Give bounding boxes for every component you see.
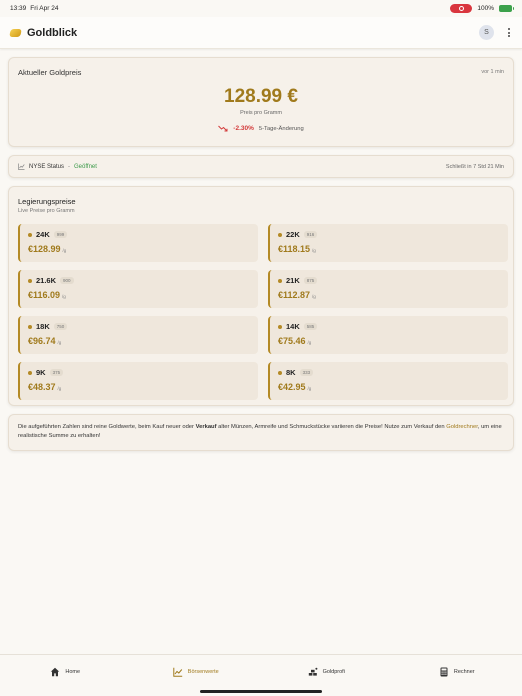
price-updated-time: vor 1 min (481, 69, 504, 75)
alloy-tile-8k[interactable]: 8K 333 €42.95/g (268, 362, 508, 400)
gold-price-value: 128.99 € (224, 86, 298, 107)
alloy-karat: 18K (36, 322, 50, 331)
gold-dot-icon (28, 370, 32, 375)
avatar[interactable]: S (479, 25, 494, 40)
calculator-icon (440, 667, 448, 676)
alloy-tile-18k[interactable]: 18K 750 €96.74/g (18, 316, 258, 354)
alloy-fineness: 750 (53, 323, 68, 330)
alloy-per-unit: /g (312, 248, 316, 253)
nyse-status-card: NYSE Status - Geöffnet Schließt in 7 Std… (8, 155, 514, 178)
alloy-per-unit: /g (307, 340, 312, 345)
nyse-separator: - (68, 163, 71, 170)
price-change-percent: -2.30% (233, 125, 254, 132)
battery-icon (499, 4, 514, 12)
alloy-karat: 9K (36, 368, 46, 377)
alloy-karat: 22K (286, 230, 300, 239)
note-bold-sale: Verkauf (195, 424, 217, 430)
gold-dot-icon (278, 278, 282, 283)
note-text-2: alter Münzen, Armreife und Schmuckstücke… (216, 424, 447, 430)
alloy-tile-21-6k[interactable]: 21.6K 900 €116.09/g (18, 270, 258, 308)
alloy-tile-9k[interactable]: 9K 375 €48.37/g (18, 362, 258, 400)
alloy-fineness: 900 (60, 277, 74, 284)
alloy-karat: 24K (36, 230, 50, 239)
alloy-grid: 24K 999 €128.99/g 22K 916 €118.15/g 21.6K 9… (18, 224, 508, 400)
alloy-value: €48.37 (28, 382, 56, 392)
screen-recording-icon (450, 3, 473, 13)
note-text-1: Die aufgeführten Zahlen sind reine Goldw… (18, 424, 196, 430)
alloy-karat: 21.6K (36, 276, 57, 285)
alloy-value: €118.15 (278, 244, 311, 254)
price-unit-label: Preis pro Gramm (240, 110, 282, 116)
alloy-value: €42.95 (278, 382, 306, 392)
line-chart-icon (173, 667, 182, 677)
alloy-prices-heading: Legierungspreise (18, 197, 76, 206)
alloy-karat: 14K (286, 322, 300, 331)
alloy-prices-subheading: Live Preise pro Gramm (18, 208, 75, 214)
gold-bar-icon (9, 28, 22, 37)
nav-label-home: Home (65, 668, 81, 675)
alloy-tile-22k[interactable]: 22K 916 €118.15/g (268, 224, 508, 262)
alloy-per-unit: /g (57, 386, 62, 391)
alloy-value: €96.74 (28, 336, 56, 346)
system-status-bar: 13:39 Fri Apr 24 100% (0, 0, 522, 16)
status-time: 13:39 (10, 4, 27, 12)
gold-dot-icon (28, 232, 32, 237)
home-indicator[interactable] (200, 690, 322, 693)
nav-item-home[interactable]: Home (5, 667, 125, 677)
nyse-label: NYSE Status (29, 163, 65, 170)
app-brand: Goldblick (9, 26, 78, 39)
status-date: Fri Apr 24 (30, 4, 59, 12)
nav-label-boersenwerte: Börsenwerte (187, 668, 219, 675)
gold-dot-icon (278, 232, 282, 237)
alloy-per-unit: /g (57, 340, 62, 345)
alloy-prices-card: Legierungspreise Live Preise pro Gramm 2… (8, 186, 514, 406)
gold-dot-icon (278, 370, 282, 375)
chart-icon (18, 163, 25, 170)
more-menu-icon[interactable] (506, 26, 512, 39)
alloy-per-unit: /g (62, 248, 67, 253)
nav-item-boersenwerte[interactable]: Börsenwerte (136, 667, 256, 677)
battery-percent: 100% (477, 4, 494, 12)
nav-label-rechner: Rechner (453, 668, 475, 675)
nav-item-goldprofi[interactable]: Goldprofi (266, 667, 386, 677)
alloy-fineness: 585 (303, 323, 318, 330)
alloy-tile-24k[interactable]: 24K 999 €128.99/g (18, 224, 258, 262)
nyse-open-status: Geöffnet (74, 163, 97, 170)
alloy-value: €75.46 (278, 336, 306, 346)
alloy-fineness: 375 (49, 369, 64, 376)
alloy-value: €116.09 (28, 290, 61, 300)
app-header: Goldblick S (0, 17, 522, 49)
alloy-tile-21k[interactable]: 21K 875 €112.87/g (268, 270, 508, 308)
trending-down-icon (218, 125, 228, 132)
alloy-fineness: 875 (303, 277, 318, 284)
alloy-per-unit: /g (62, 294, 66, 299)
alloy-per-unit: /g (307, 386, 312, 391)
nav-item-rechner[interactable]: Rechner (397, 667, 517, 677)
price-change-period: 5-Tage-Änderung (258, 125, 304, 132)
alloy-fineness: 916 (303, 231, 318, 238)
alloy-karat: 8K (286, 368, 296, 377)
gold-dot-icon (278, 324, 282, 329)
gold-dot-icon (28, 324, 32, 329)
app-title: Goldblick (27, 26, 78, 39)
alloy-per-unit: /g (312, 294, 316, 299)
alloy-value: €128.99 (28, 244, 61, 254)
alloy-fineness: 999 (53, 231, 68, 238)
alloy-value: €112.87 (278, 290, 311, 300)
goldrechner-link[interactable]: Goldrechner (446, 424, 478, 430)
nyse-closing-time: Schließt in 7 Std 21 Min (445, 163, 504, 170)
price-card-label: Aktueller Goldpreis (18, 68, 82, 77)
current-gold-price-card: Aktueller Goldpreis vor 1 min 128.99 € P… (8, 57, 514, 147)
alloy-karat: 21K (286, 276, 300, 285)
gold-dot-icon (28, 278, 32, 283)
gold-bars-icon (308, 667, 317, 676)
home-icon (51, 667, 60, 676)
disclaimer-note: Die aufgeführten Zahlen sind reine Goldw… (8, 414, 514, 451)
alloy-fineness: 333 (299, 369, 314, 376)
alloy-tile-14k[interactable]: 14K 585 €75.46/g (268, 316, 508, 354)
price-change: -2.30% 5-Tage-Änderung (9, 125, 513, 132)
nav-label-goldprofi: Goldprofi (322, 668, 345, 675)
